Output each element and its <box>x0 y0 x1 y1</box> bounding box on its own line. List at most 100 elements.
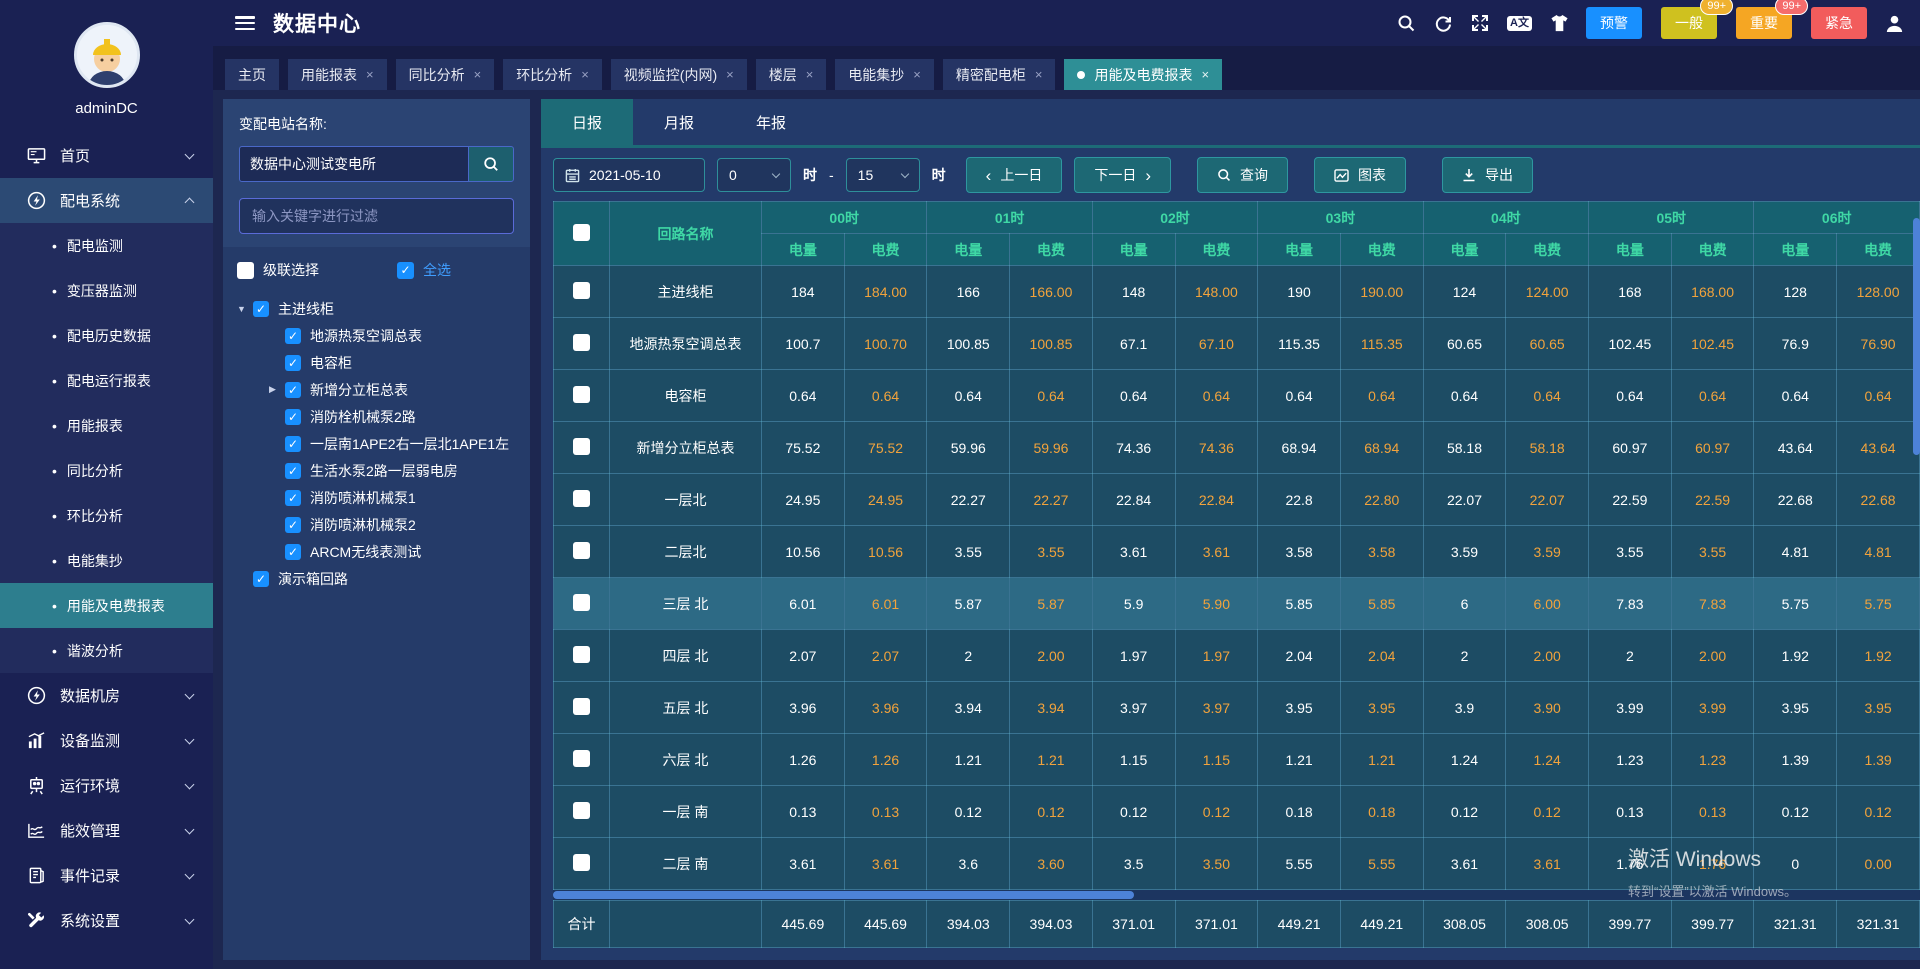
sidebar-item[interactable]: •配电监测 <box>0 223 213 268</box>
tree-node[interactable]: ✓ARCM无线表测试 <box>237 538 516 565</box>
table-row[interactable]: 一层 南0.130.130.120.120.120.120.180.180.12… <box>554 786 1920 838</box>
report-tab[interactable]: 日报 <box>541 99 633 145</box>
chart-button[interactable]: 图表 <box>1314 157 1406 193</box>
station-search-button[interactable] <box>468 146 514 182</box>
tree-node[interactable]: ▶✓新增分立柜总表 <box>237 376 516 403</box>
row-checkbox[interactable] <box>573 802 590 819</box>
tree-checkbox[interactable]: ✓ <box>285 517 301 533</box>
tab-close-icon[interactable]: × <box>1201 67 1209 82</box>
alarm-button-重要[interactable]: 重要99+ <box>1736 7 1792 39</box>
sidebar-group[interactable]: 运行环境 <box>0 763 213 808</box>
row-checkbox[interactable] <box>573 854 590 871</box>
row-checkbox[interactable] <box>573 282 590 299</box>
sidebar-item[interactable]: •环比分析 <box>0 493 213 538</box>
tree-checkbox[interactable]: ✓ <box>253 571 269 587</box>
table-row[interactable]: 地源热泵空调总表100.7100.70100.85100.8567.167.10… <box>554 318 1920 370</box>
table-row[interactable]: 六层 北1.261.261.211.211.151.151.211.211.24… <box>554 734 1920 786</box>
tree-checkbox[interactable]: ✓ <box>285 382 301 398</box>
sidebar-item[interactable]: •谐波分析 <box>0 628 213 673</box>
nav-tab[interactable]: 精密配电柜× <box>943 59 1056 90</box>
tree-node[interactable]: ✓生活水泵2路一层弱电房 <box>237 457 516 484</box>
nav-tab[interactable]: 电能集抄× <box>835 59 934 90</box>
sidebar-group[interactable]: 设备监测 <box>0 718 213 763</box>
tree-node[interactable]: ✓消防喷淋机械泵2 <box>237 511 516 538</box>
alarm-button-紧急[interactable]: 紧急 <box>1811 7 1867 39</box>
select-all-checkbox[interactable]: ✓ <box>397 262 414 279</box>
language-icon[interactable]: A文 <box>1507 16 1532 31</box>
nav-tab[interactable]: 环比分析× <box>503 59 602 90</box>
prev-day-button[interactable]: ‹ 上一日 <box>966 157 1063 193</box>
menu-toggle-icon[interactable] <box>235 16 255 30</box>
row-checkbox[interactable] <box>573 698 590 715</box>
table-row[interactable]: 一层北24.9524.9522.2722.2722.8422.8422.822.… <box>554 474 1920 526</box>
sidebar-item[interactable]: •电能集抄 <box>0 538 213 583</box>
station-input[interactable] <box>239 146 468 182</box>
table-row[interactable]: 新增分立柜总表75.5275.5259.9659.9674.3674.3668.… <box>554 422 1920 474</box>
theme-shirt-icon[interactable] <box>1549 13 1569 33</box>
tab-close-icon[interactable]: × <box>806 67 814 82</box>
sidebar-item[interactable]: •用能及电费报表 <box>0 583 213 628</box>
sidebar-item[interactable]: •配电历史数据 <box>0 313 213 358</box>
row-checkbox[interactable] <box>573 646 590 663</box>
tree-checkbox[interactable]: ✓ <box>285 436 301 452</box>
cascade-checkbox[interactable] <box>237 262 254 279</box>
sidebar-group[interactable]: 首页 <box>0 133 213 178</box>
table-row[interactable]: 电容柜0.640.640.640.640.640.640.640.640.640… <box>554 370 1920 422</box>
row-checkbox[interactable] <box>573 490 590 507</box>
table-row[interactable]: 二层 南3.613.613.63.603.53.505.555.553.613.… <box>554 838 1920 890</box>
export-button[interactable]: 导出 <box>1442 157 1533 193</box>
row-checkbox[interactable] <box>573 594 590 611</box>
row-checkbox[interactable] <box>573 386 590 403</box>
report-tab[interactable]: 年报 <box>725 99 817 145</box>
user-icon[interactable] <box>1884 13 1904 33</box>
expander-right-icon[interactable]: ▶ <box>269 384 285 395</box>
v-scrollbar-thumb[interactable] <box>1913 218 1920 455</box>
tree-checkbox[interactable]: ✓ <box>285 409 301 425</box>
date-picker[interactable]: 2021-05-10 <box>553 158 705 192</box>
nav-tab[interactable]: 主页 <box>225 59 279 90</box>
row-checkbox[interactable] <box>573 438 590 455</box>
sidebar-group[interactable]: 配电系统 <box>0 178 213 223</box>
table-row[interactable]: 三层 北6.016.015.875.875.95.905.855.8566.00… <box>554 578 1920 630</box>
tab-close-icon[interactable]: × <box>581 67 589 82</box>
alarm-button-一般[interactable]: 一般99+ <box>1661 7 1717 39</box>
h-scrollbar-thumb[interactable] <box>553 891 1134 899</box>
tree-checkbox[interactable]: ✓ <box>285 544 301 560</box>
query-button[interactable]: 查询 <box>1197 157 1288 193</box>
sidebar-group[interactable]: 数据机房 <box>0 673 213 718</box>
tab-close-icon[interactable]: × <box>1035 67 1043 82</box>
tree-checkbox[interactable]: ✓ <box>253 301 269 317</box>
tab-close-icon[interactable]: × <box>913 67 921 82</box>
tree-checkbox[interactable]: ✓ <box>285 490 301 506</box>
tree-node[interactable]: ▼✓主进线柜 <box>237 295 516 322</box>
tab-close-icon[interactable]: × <box>474 67 482 82</box>
nav-tab[interactable]: 用能及电费报表× <box>1064 59 1222 90</box>
tree-checkbox[interactable]: ✓ <box>285 463 301 479</box>
nav-tab[interactable]: 用能报表× <box>288 59 387 90</box>
report-tab[interactable]: 月报 <box>633 99 725 145</box>
table-row[interactable]: 二层北10.5610.563.553.553.613.613.583.583.5… <box>554 526 1920 578</box>
table-row[interactable]: 主进线柜184184.00166166.00148148.00190190.00… <box>554 266 1920 318</box>
avatar[interactable] <box>74 22 140 88</box>
sidebar-item[interactable]: •配电运行报表 <box>0 358 213 403</box>
sidebar-group[interactable]: 事件记录 <box>0 853 213 898</box>
row-checkbox[interactable] <box>573 750 590 767</box>
tree-node[interactable]: ✓一层南1APE2右一层北1APE1左 <box>237 430 516 457</box>
tree-checkbox[interactable]: ✓ <box>285 355 301 371</box>
refresh-icon[interactable] <box>1433 13 1453 33</box>
next-day-button[interactable]: 下一日 › <box>1074 157 1171 193</box>
table-row[interactable]: 五层 北3.963.963.943.943.973.973.953.953.93… <box>554 682 1920 734</box>
tab-close-icon[interactable]: × <box>726 67 734 82</box>
h-scrollbar[interactable] <box>553 890 1920 900</box>
tree-node[interactable]: ✓地源热泵空调总表 <box>237 322 516 349</box>
tree-filter-input[interactable] <box>239 198 514 234</box>
table-row[interactable]: 四层 北2.072.0722.001.971.972.042.0422.0022… <box>554 630 1920 682</box>
tree-node[interactable]: ✓电容柜 <box>237 349 516 376</box>
search-icon[interactable] <box>1396 13 1416 33</box>
nav-tab[interactable]: 同比分析× <box>396 59 495 90</box>
sidebar-item[interactable]: •用能报表 <box>0 403 213 448</box>
sidebar-group[interactable]: 能效管理 <box>0 808 213 853</box>
tree-node[interactable]: ✓消防喷淋机械泵1 <box>237 484 516 511</box>
tree-node[interactable]: ✓演示箱回路 <box>237 565 516 592</box>
hour-from-select[interactable]: 0 <box>717 158 791 192</box>
